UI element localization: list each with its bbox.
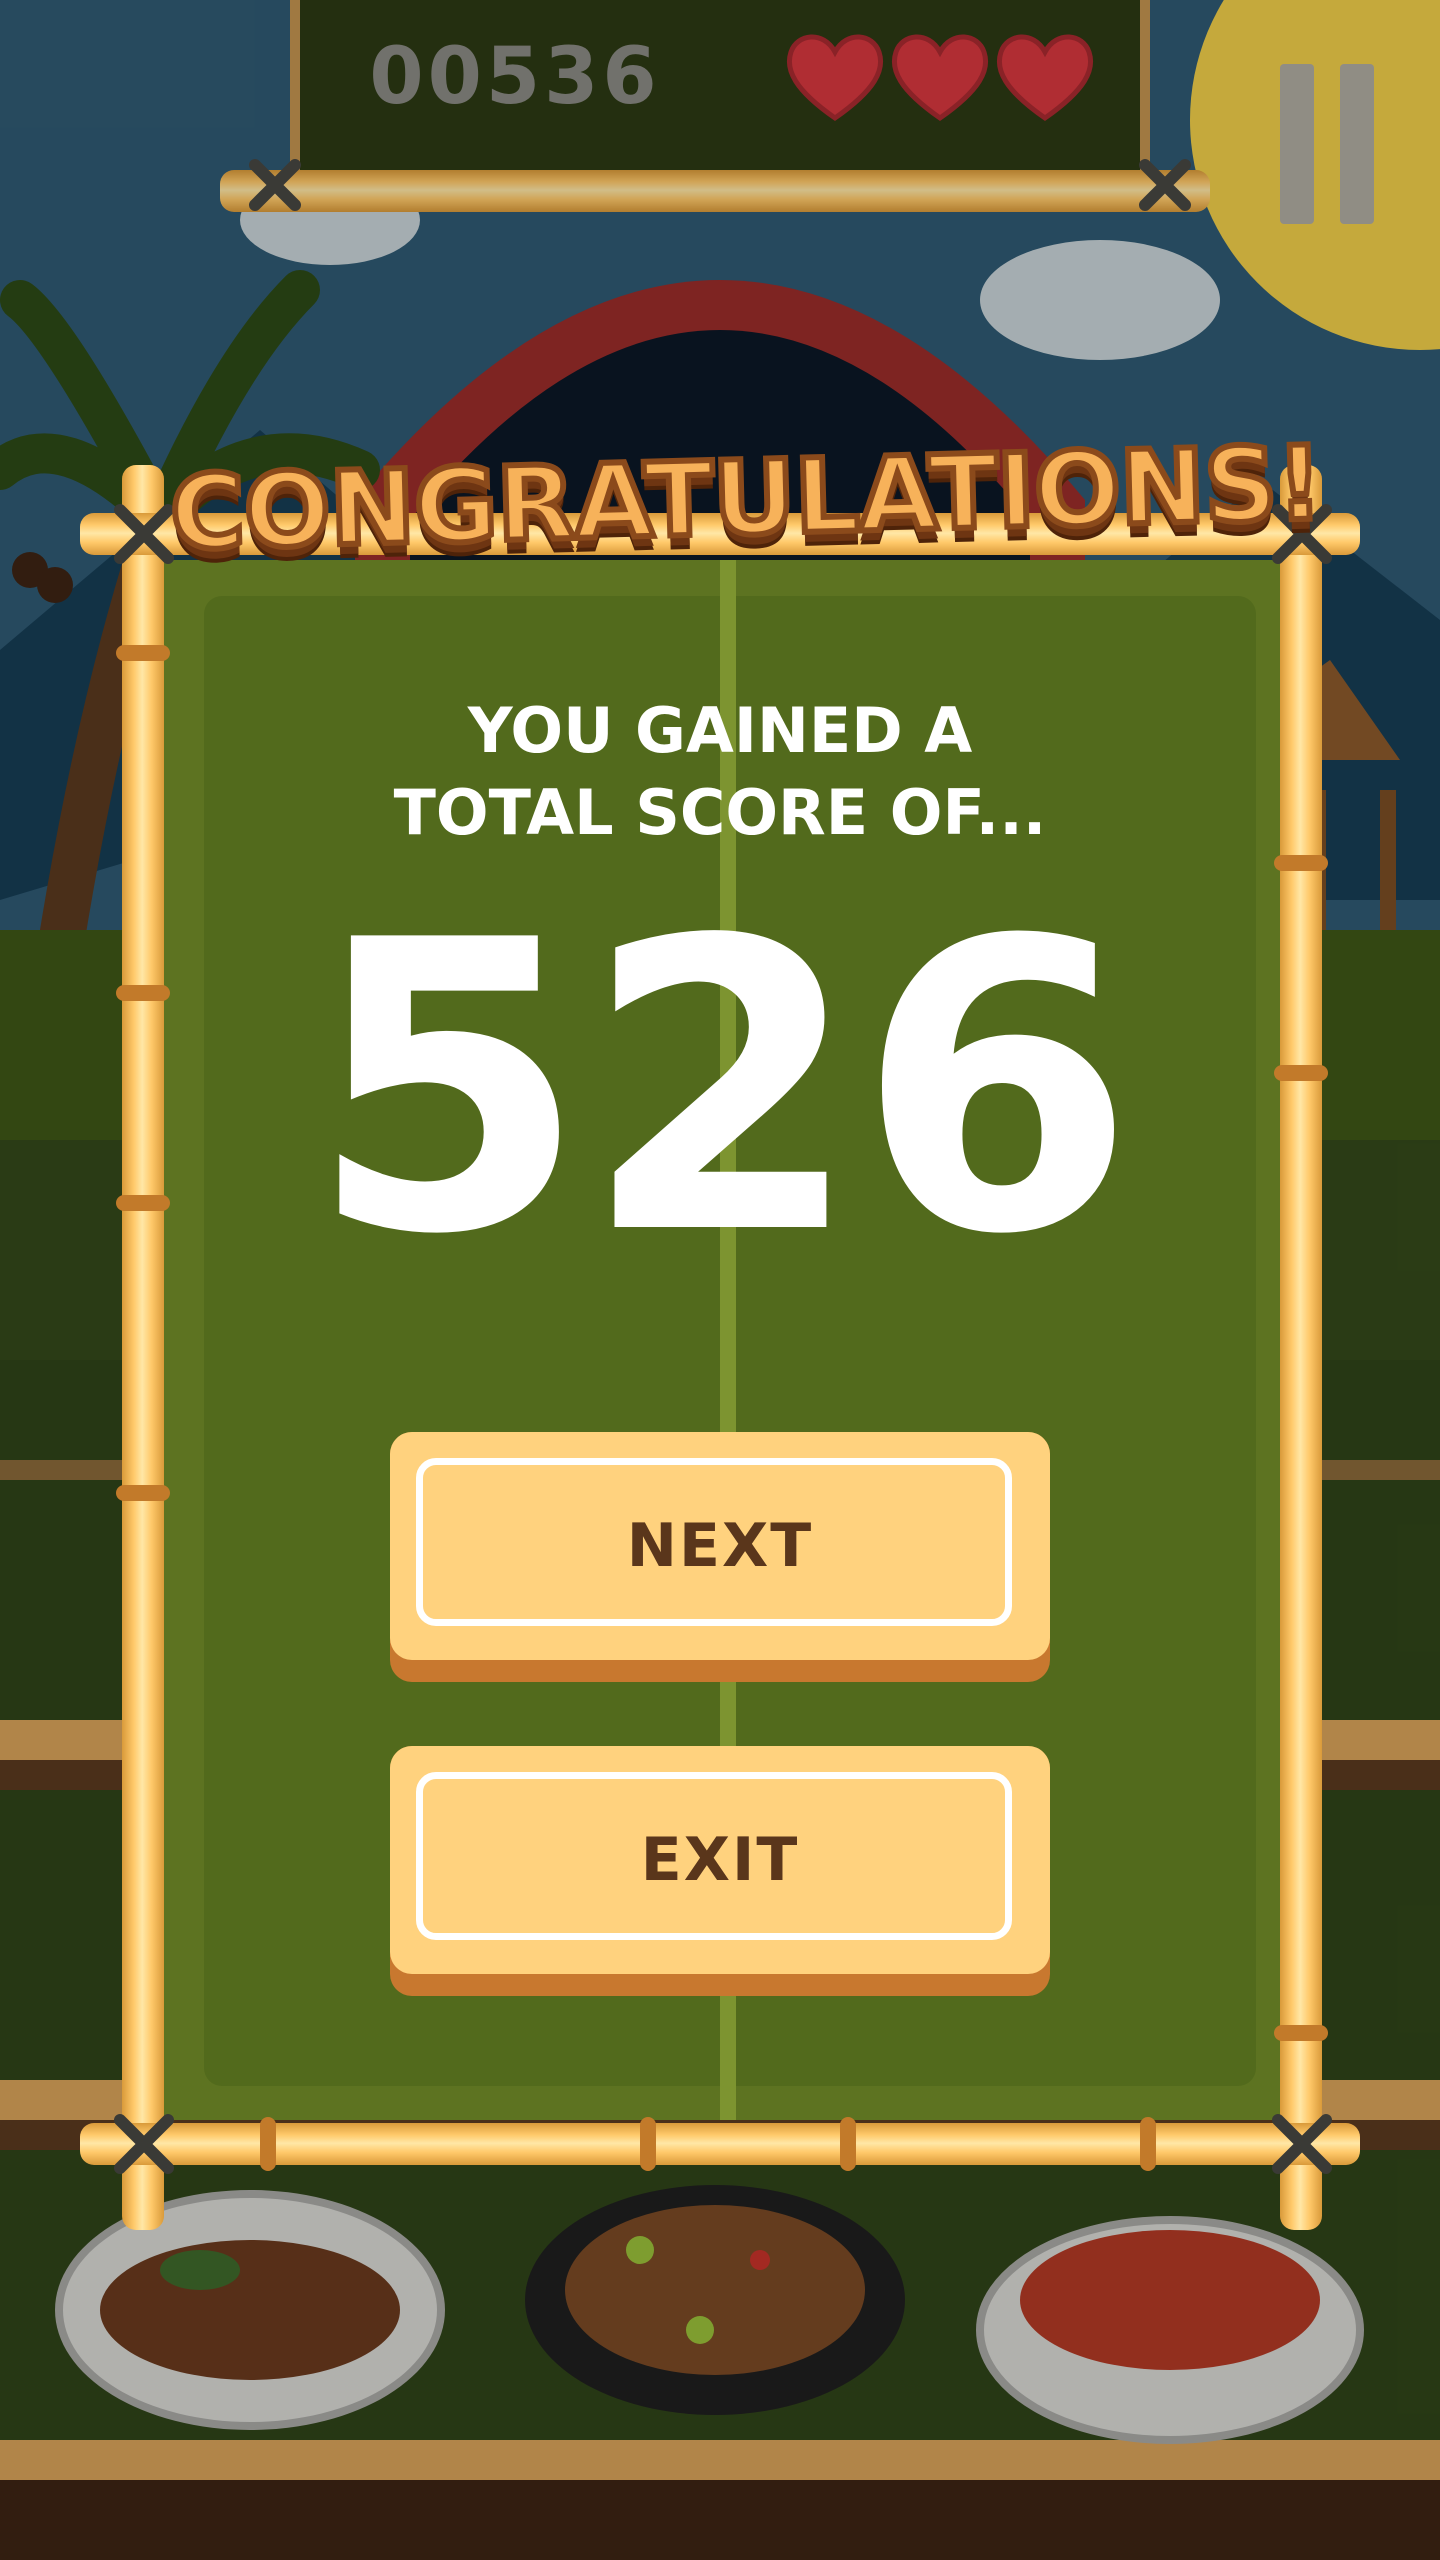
total-score: 526 [308,857,1136,1322]
dialog-title: CONGRATULATIONS! [166,421,1327,576]
score-message-line1: YOU GAINED A [467,694,973,767]
exit-button-label: EXIT [640,1825,800,1895]
next-button[interactable]: NEXT [390,1432,1050,1682]
next-button-label: NEXT [626,1511,814,1581]
congratulations-banner: CONGRATULATIONS! [166,420,1327,620]
score-message: YOU GAINED A TOTAL SCORE OF... [240,690,1200,854]
score-message-line2: TOTAL SCORE OF... [393,776,1047,849]
game-screen: 00536 CONGRATULATIONS! YOU GAINED A TOTA… [0,0,1440,2560]
exit-button[interactable]: EXIT [390,1746,1050,1996]
